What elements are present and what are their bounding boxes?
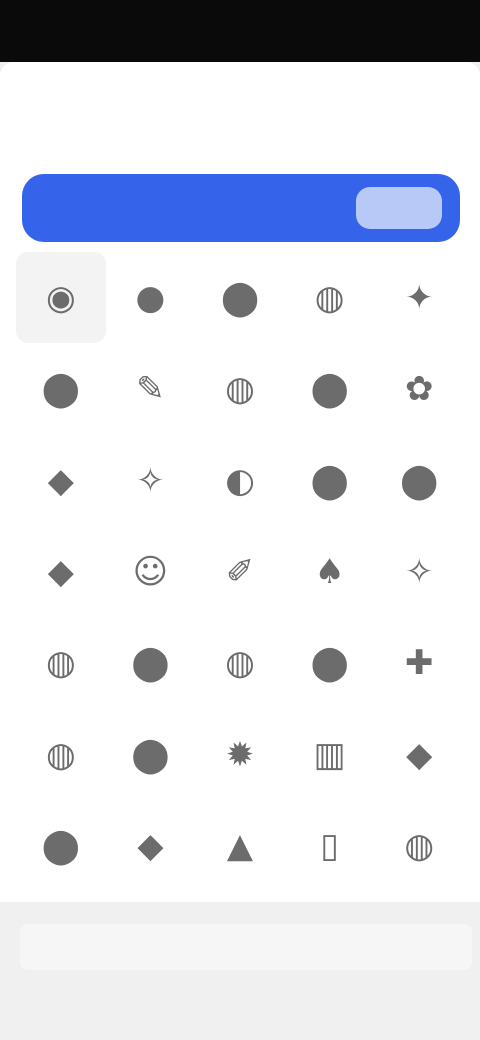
- grid-icon: ◆: [137, 826, 164, 867]
- grid-icon: ⬤: [310, 369, 349, 410]
- icon-grid-cell[interactable]: ✿: [374, 343, 464, 434]
- icon-grid-cell[interactable]: ◍: [195, 618, 285, 709]
- grid-icon: ◍: [45, 643, 76, 684]
- icon-grid-cell[interactable]: ◍: [285, 252, 375, 343]
- grid-icon: ⬤: [131, 734, 170, 775]
- grid-icon: ✿: [404, 369, 434, 410]
- grid-icon: ◉: [45, 277, 76, 318]
- search-bar[interactable]: [22, 174, 460, 242]
- grid-icon: ✹: [225, 734, 255, 775]
- icon-grid-cell[interactable]: ⬤: [106, 618, 196, 709]
- grid-icon: ⬤: [220, 277, 260, 318]
- icon-grid-cell[interactable]: ◍: [374, 801, 464, 892]
- nav-bar: [0, 62, 480, 142]
- grid-icon: ☺: [132, 551, 169, 592]
- search-button[interactable]: [356, 187, 442, 229]
- grid-icon: ✎: [136, 369, 165, 410]
- grid-icon: ▥: [313, 734, 346, 775]
- icon-grid-cell[interactable]: ✹: [195, 709, 285, 800]
- grid-icon: ⬤: [400, 460, 439, 501]
- icon-grid-cell[interactable]: ⬤: [374, 435, 464, 526]
- status-bar: [0, 0, 480, 62]
- icon-grid-cell[interactable]: ⬤: [106, 709, 196, 800]
- grid-icon: ✚: [404, 643, 434, 684]
- grid-icon: ✧: [404, 551, 434, 592]
- icon-grid: ◉ ● ⬤ ◍ ✦ ⬤ ✎ ◍ ⬤ ✿ ◆ ✧ ◐ ⬤ ⬤ ◆ ☺ ✐ ♠ ✧ ◍ ⬤ ◍ ⬤ ✚ ◍ ⬤ ✹ ▥ ◆ ⬤ ◆ ▲ ▯ ◍: [16, 252, 464, 892]
- icon-grid-cell[interactable]: ◍: [16, 709, 106, 800]
- grid-icon: ◆: [47, 551, 74, 592]
- icon-grid-cell[interactable]: ◍: [195, 343, 285, 434]
- icon-grid-cell[interactable]: ◆: [106, 801, 196, 892]
- grid-icon: ◆: [47, 460, 74, 501]
- icon-grid-cell[interactable]: ✧: [106, 435, 196, 526]
- icon-grid-cell[interactable]: ☺: [106, 526, 196, 617]
- icon-grid-cell[interactable]: ◉: [16, 252, 106, 344]
- icon-grid-panel: ◉ ● ⬤ ◍ ✦ ⬤ ✎ ◍ ⬤ ✿ ◆ ✧ ◐ ⬤ ⬤ ◆ ☺ ✐ ♠ ✧ ◍ ⬤ ◍ ⬤ ✚ ◍ ⬤ ✹ ▥ ◆ ⬤ ◆ ▲ ▯ ◍: [0, 242, 480, 902]
- grid-icon: ◍: [225, 369, 255, 410]
- grid-icon: ✐: [225, 551, 255, 592]
- footer: [0, 902, 480, 1040]
- icon-grid-cell[interactable]: ◍: [16, 618, 106, 709]
- grid-icon: ◐: [225, 460, 255, 501]
- grid-icon: ●: [135, 277, 166, 318]
- app-sheet: ◉ ● ⬤ ◍ ✦ ⬤ ✎ ◍ ⬤ ✿ ◆ ✧ ◐ ⬤ ⬤ ◆ ☺ ✐ ♠ ✧ ◍ ⬤ ◍ ⬤ ✚ ◍ ⬤ ✹ ▥ ◆ ⬤ ◆ ▲ ▯ ◍: [0, 62, 480, 1040]
- icon-grid-cell[interactable]: ▲: [195, 801, 285, 892]
- grid-icon: ⬤: [41, 369, 80, 410]
- icon-grid-cell[interactable]: ⬤: [16, 343, 106, 434]
- grid-icon: ◆: [406, 734, 433, 775]
- grid-icon: ◍: [404, 826, 435, 867]
- icon-grid-cell[interactable]: ▥: [285, 709, 375, 800]
- icon-grid-cell[interactable]: ⬤: [285, 343, 375, 434]
- search-section: [0, 142, 480, 242]
- icon-grid-cell[interactable]: ◆: [374, 709, 464, 800]
- grid-icon: ◍: [225, 643, 255, 684]
- grid-icon: ▲: [226, 826, 254, 867]
- icon-grid-cell[interactable]: ✚: [374, 618, 464, 709]
- icon-grid-cell[interactable]: ✧: [374, 526, 464, 617]
- grid-icon: ⬤: [310, 643, 349, 684]
- search-input[interactable]: [22, 174, 356, 242]
- icon-grid-cell[interactable]: ●: [106, 252, 196, 343]
- grid-icon: ◍: [45, 734, 76, 775]
- grid-icon: ✦: [404, 277, 434, 318]
- icon-grid-cell[interactable]: ✎: [106, 343, 196, 434]
- icon-grid-cell[interactable]: ⬤: [285, 435, 375, 526]
- icon-grid-cell[interactable]: ⬤: [195, 252, 285, 343]
- icon-grid-cell[interactable]: ✦: [374, 252, 464, 343]
- icon-grid-cell[interactable]: ♠: [285, 526, 375, 617]
- icon-grid-cell[interactable]: ◆: [16, 435, 106, 526]
- grid-icon: ✧: [136, 460, 165, 501]
- grid-icon: ◍: [314, 277, 345, 318]
- icon-grid-cell[interactable]: ⬤: [16, 801, 106, 892]
- icon-grid-cell[interactable]: ▯: [285, 801, 375, 892]
- grid-icon: ⬤: [41, 826, 80, 867]
- icon-grid-cell[interactable]: ✐: [195, 526, 285, 617]
- grid-icon: ⬤: [310, 460, 349, 501]
- icon-grid-cell[interactable]: ◐: [195, 435, 285, 526]
- grid-icon: ⬤: [131, 643, 170, 684]
- footer-bar: [20, 924, 472, 970]
- grid-icon: ▯: [320, 826, 339, 867]
- icon-grid-cell[interactable]: ⬤: [285, 618, 375, 709]
- icon-grid-cell[interactable]: ◆: [16, 526, 106, 617]
- grid-icon: ♠: [314, 551, 345, 592]
